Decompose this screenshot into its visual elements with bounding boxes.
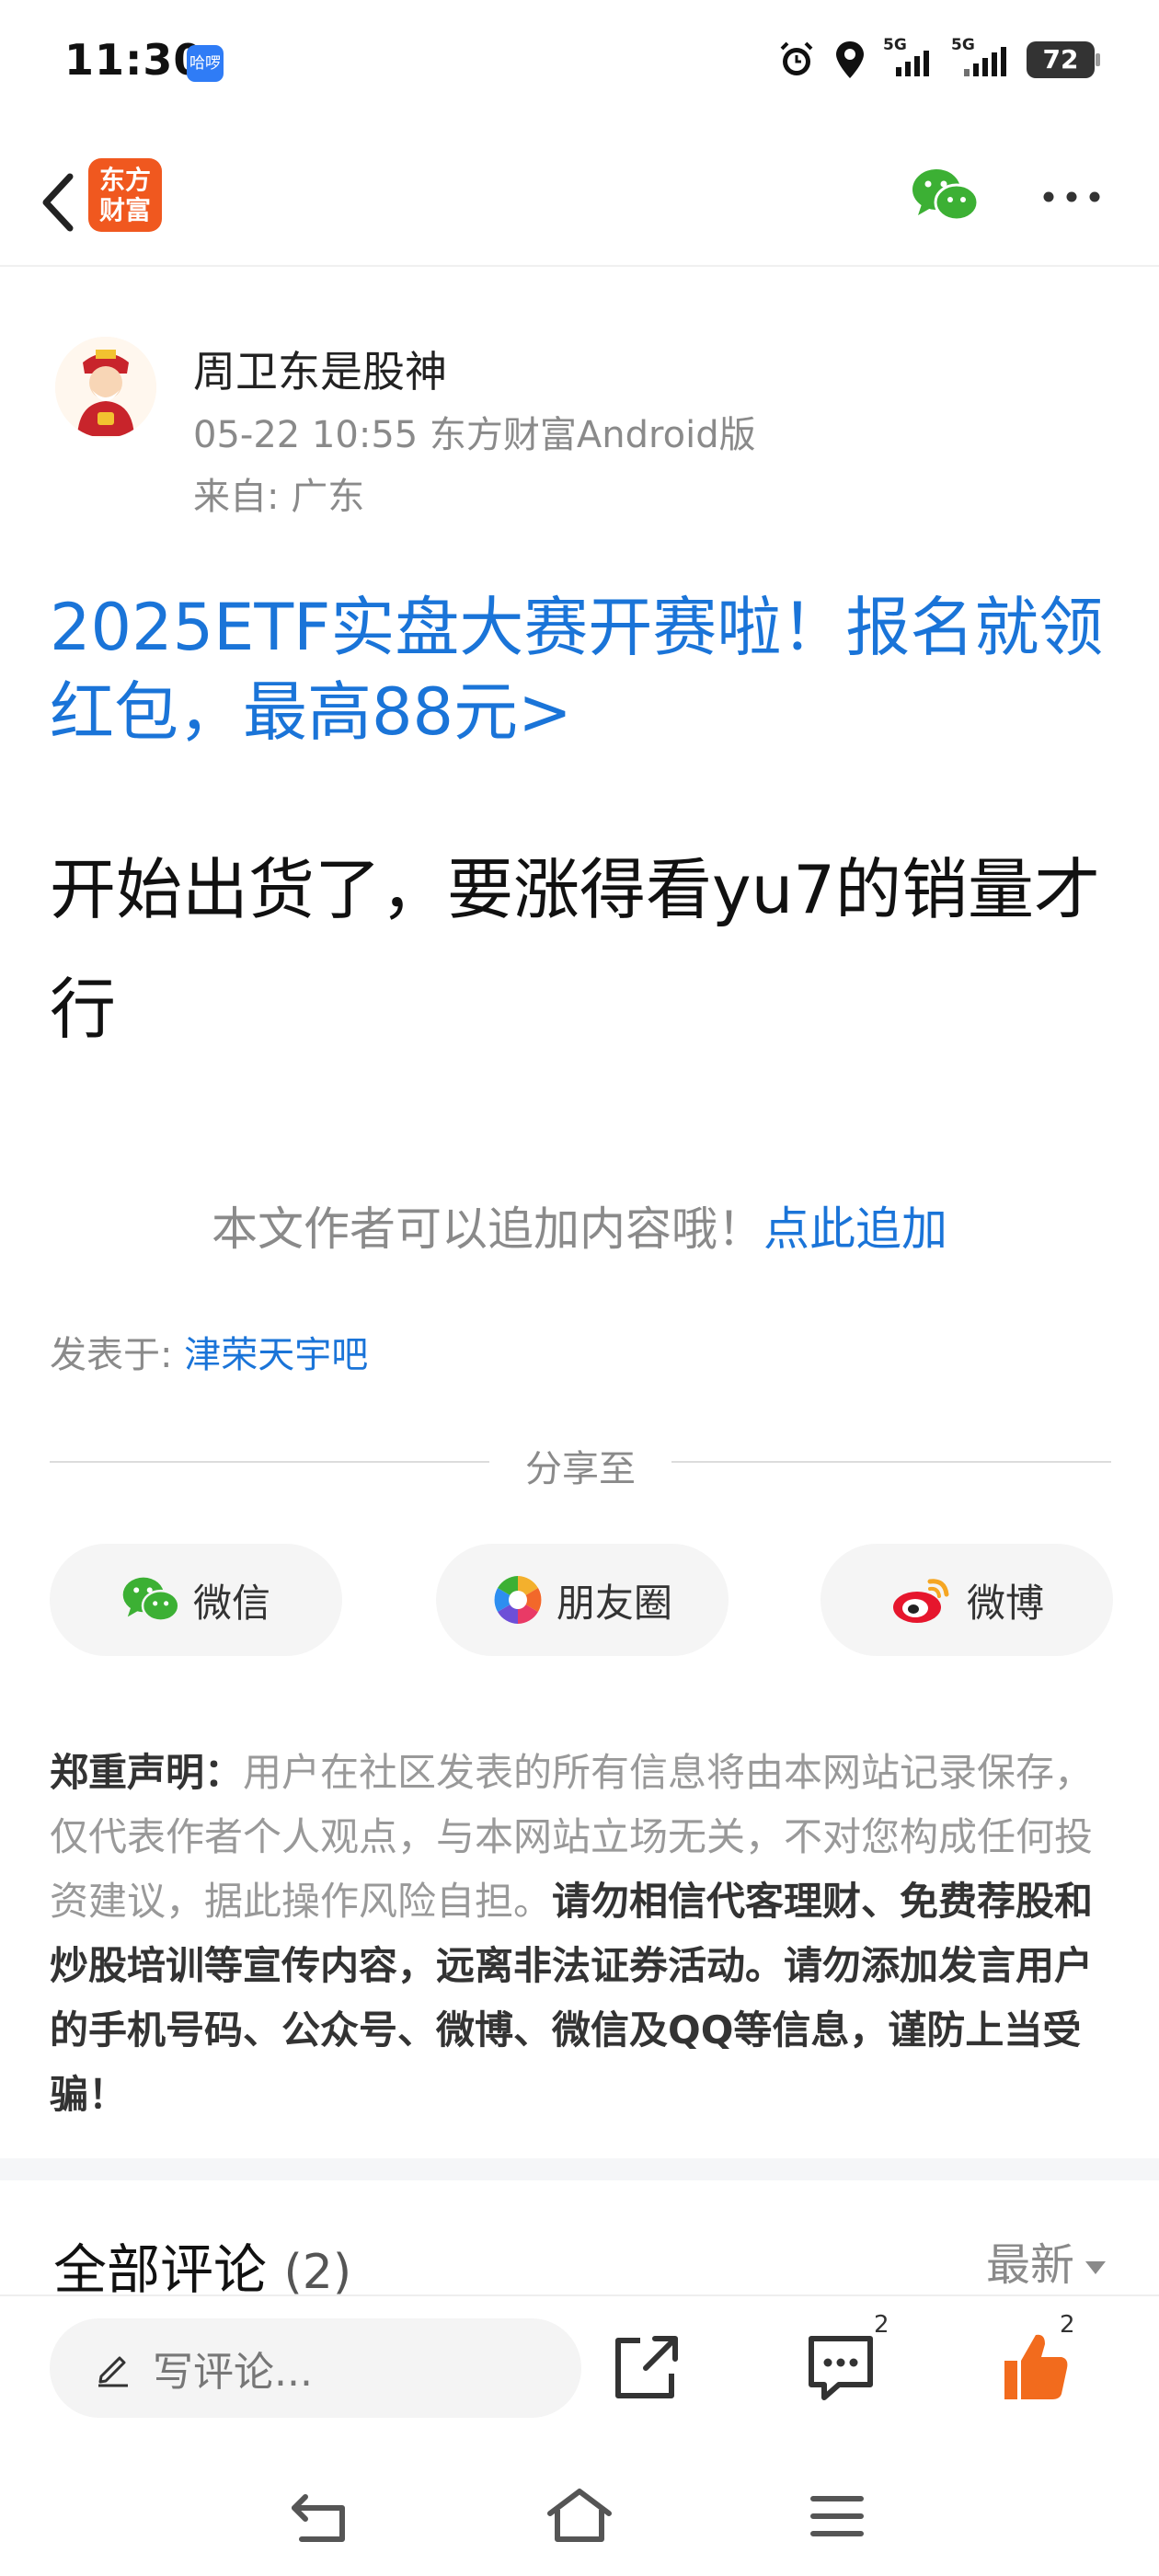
like-badge-count: 2 [1060, 2311, 1075, 2339]
signal-icon-sim2: 5G [951, 36, 1010, 76]
comment-placeholder: 写评论... [153, 2349, 313, 2396]
add-content-row: 本文作者可以追加内容哦！点此追加 [0, 1192, 1159, 1259]
bottom-action-bar: 写评论... 2 2 [0, 2294, 1159, 2436]
add-content-link[interactable]: 点此追加 [763, 1202, 947, 1256]
share-external-icon[interactable] [603, 2320, 686, 2412]
wechat-icon [122, 1577, 180, 1622]
sort-label: 最新 [985, 2239, 1074, 2291]
app-notification-badge: 哈啰 [187, 45, 224, 82]
share-weibo-button[interactable]: 微博 [820, 1544, 1113, 1656]
fortune-god-avatar-icon [55, 337, 156, 438]
disclaimer-heading: 郑重声明： [50, 1750, 244, 1795]
weibo-icon [892, 1579, 949, 1623]
section-divider [0, 2158, 1159, 2180]
disclaimer: 郑重声明：用户在社区发表的所有信息将由本网站记录保存，仅代表作者个人观点，与本网… [50, 1741, 1111, 2127]
author-name[interactable]: 周卫东是股神 [193, 339, 447, 399]
signal-icon-sim1: 5G [883, 36, 935, 76]
status-time: 11:30 [64, 35, 204, 85]
back-arrow-icon[interactable] [28, 166, 92, 239]
moments-icon [493, 1576, 542, 1624]
comment-count: (2) [283, 2245, 352, 2300]
author-avatar[interactable] [55, 337, 156, 438]
comment-icon[interactable] [798, 2320, 881, 2412]
wechat-share-icon[interactable] [911, 166, 980, 225]
battery-icon: 72 [1027, 41, 1100, 78]
share-wechat-label: 微信 [192, 1580, 270, 1626]
share-section-title: 分享至 [50, 1433, 1111, 1490]
promo-link[interactable]: 2025ETF实盘大赛开赛啦！报名就领红包，最高88元> [50, 585, 1117, 754]
comment-input[interactable]: 写评论... [50, 2318, 581, 2418]
share-moments-button[interactable]: 朋友圈 [436, 1544, 729, 1656]
share-weibo-label: 微博 [966, 1580, 1044, 1626]
post-body: 开始出货了，要涨得看yu7的销量才行 [50, 851, 1101, 1048]
dropdown-arrow-icon [1085, 2261, 1106, 2274]
more-options-icon[interactable] [1039, 184, 1104, 210]
share-wechat-button[interactable]: 微信 [50, 1544, 342, 1656]
location-icon [836, 41, 864, 78]
comment-badge-count: 2 [874, 2311, 889, 2339]
alarm-icon [780, 41, 813, 75]
pencil-icon [98, 2356, 128, 2387]
posted-in-label: 发表于: [50, 1334, 185, 1376]
system-navigation-bar [0, 2447, 1159, 2576]
sort-dropdown[interactable]: 最新 [986, 2228, 1106, 2293]
post-meta: 05-22 10:55 东方财富Android版 [193, 414, 756, 456]
brand-logo[interactable]: 东方 财富 [88, 158, 162, 232]
status-bar: 11:30 哈啰 5G 5G 72 [0, 0, 1159, 120]
add-content-hint: 本文作者可以追加内容哦！ [212, 1202, 763, 1256]
top-nav-bar [0, 138, 1159, 267]
system-home-icon[interactable] [543, 2484, 616, 2548]
status-icons: 5G 5G 72 [776, 36, 1100, 83]
comments-title: 全部评论 (2) [53, 2238, 352, 2301]
forum-link[interactable]: 津荣天宇吧 [184, 1334, 368, 1376]
system-menu-icon[interactable] [800, 2484, 874, 2548]
system-back-icon[interactable] [285, 2484, 359, 2548]
posted-in: 发表于: 津荣天宇吧 [50, 1325, 368, 1378]
share-moments-label: 朋友圈 [556, 1580, 672, 1626]
post-location: 来自: 广东 [193, 476, 365, 518]
